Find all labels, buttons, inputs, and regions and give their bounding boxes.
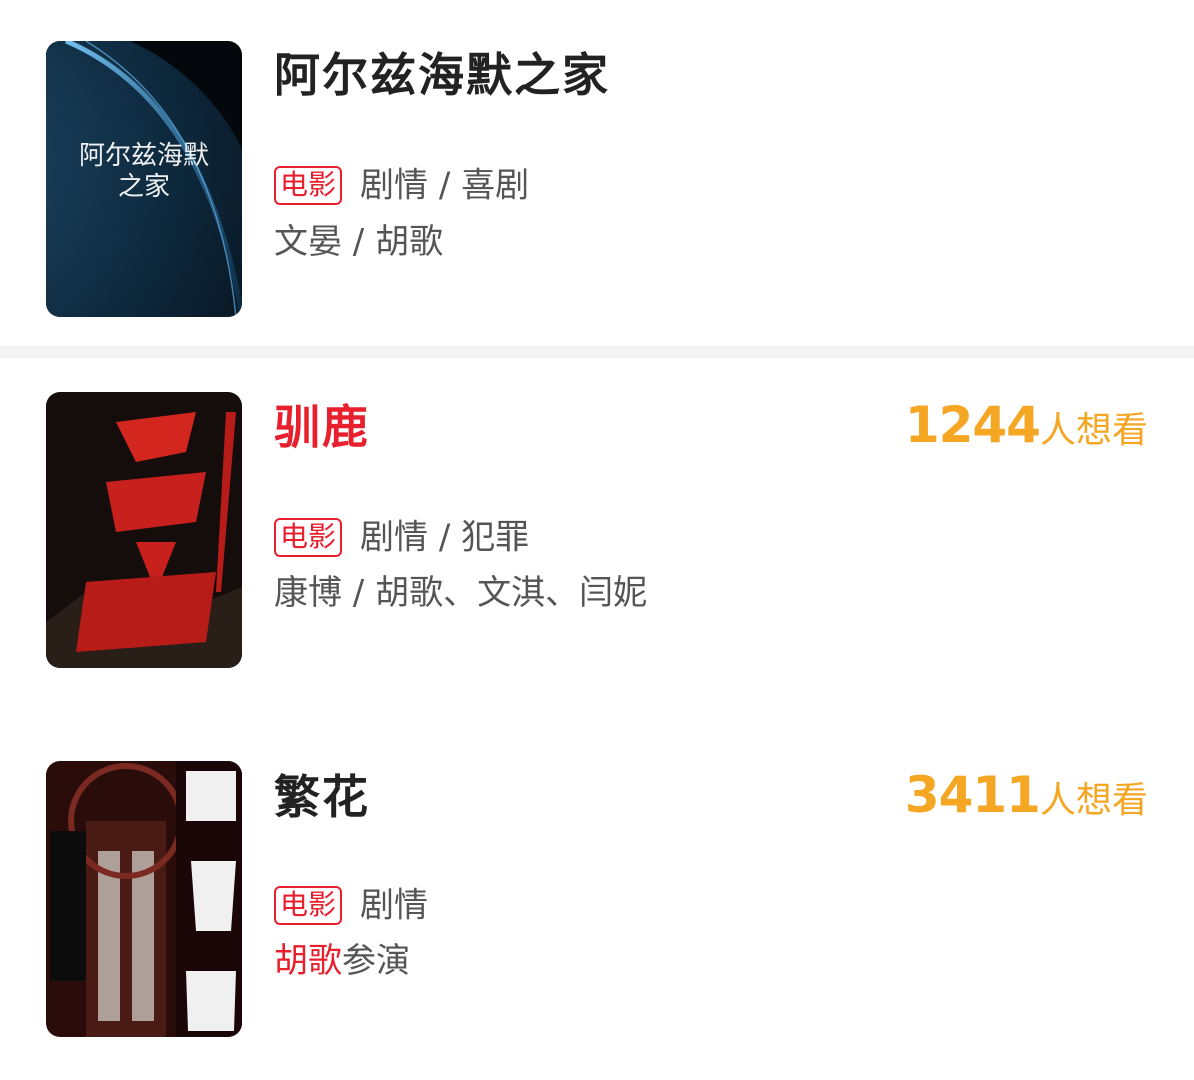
section-divider bbox=[0, 346, 1194, 358]
want-unit: 人想看 bbox=[1039, 410, 1148, 451]
movie-genre-line: 电影 剧情 / 喜剧 bbox=[274, 166, 529, 205]
want-to-watch-count: 3411人想看 bbox=[905, 770, 1148, 820]
movie-poster[interactable]: 阿尔兹海默之家 bbox=[46, 41, 242, 317]
type-tag: 电影 bbox=[274, 166, 343, 205]
type-tag: 电影 bbox=[274, 886, 343, 925]
movie-title[interactable]: 驯鹿 bbox=[274, 404, 370, 450]
movie-people: 文晏 / 胡歌 bbox=[274, 222, 444, 262]
actor-highlight[interactable]: 胡歌 bbox=[274, 941, 342, 981]
movie-card-1[interactable]: 阿尔兹海默之家 阿尔兹海默之家 电影 剧情 / 喜剧 文晏 / 胡歌 bbox=[0, 0, 1194, 346]
want-unit: 人想看 bbox=[1039, 780, 1148, 821]
movie-people: 康博 / 胡歌、文淇、闫妮 bbox=[274, 573, 648, 613]
movie-title[interactable]: 阿尔兹海默之家 bbox=[274, 52, 610, 98]
movie-card-2[interactable]: 驯鹿 1244人想看 电影 剧情 / 犯罪 康博 / 胡歌、文淇、闫妮 bbox=[0, 358, 1194, 718]
movie-genre-line: 电影 剧情 bbox=[274, 886, 428, 925]
genres: 剧情 bbox=[360, 885, 429, 926]
movie-people: 胡歌参演 bbox=[274, 944, 410, 978]
genres: 剧情 / 喜剧 bbox=[360, 165, 530, 206]
actor-role-suffix: 参演 bbox=[342, 941, 410, 981]
movie-genre-line: 电影 剧情 / 犯罪 bbox=[274, 518, 529, 557]
want-number: 1244 bbox=[904, 396, 1041, 454]
movie-card-3[interactable]: 繁花 3411人想看 电影 剧情 胡歌参演 bbox=[0, 718, 1194, 1080]
poster-blossoms-image bbox=[46, 761, 242, 1037]
movie-poster[interactable] bbox=[46, 761, 242, 1037]
genres: 剧情 / 犯罪 bbox=[360, 517, 530, 558]
type-tag: 电影 bbox=[274, 518, 343, 557]
poster-reindeer-image bbox=[46, 392, 242, 668]
poster-title-text: 阿尔兹海默之家 bbox=[78, 141, 209, 203]
movie-title[interactable]: 繁花 bbox=[274, 774, 370, 820]
movie-poster[interactable] bbox=[46, 392, 242, 668]
want-to-watch-count: 1244人想看 bbox=[905, 400, 1148, 450]
want-number: 3411 bbox=[904, 766, 1041, 824]
